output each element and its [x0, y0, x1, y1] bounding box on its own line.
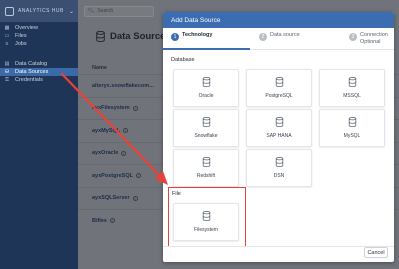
dialog-footer-divider — [163, 246, 394, 247]
info-icon[interactable]: i — [121, 150, 127, 156]
wizard-steps: 1 Technology 2 Data source 3 Connection … — [163, 28, 394, 50]
tile-redshift[interactable]: Redshift — [173, 149, 239, 187]
info-icon[interactable]: i — [132, 195, 138, 201]
database-icon — [202, 77, 210, 87]
database-icon — [275, 77, 283, 87]
chevron-down-icon: ⌄ — [68, 8, 74, 15]
page-title: Data Sources — [110, 31, 171, 42]
database-icon — [96, 31, 105, 42]
info-icon[interactable]: i — [132, 105, 138, 111]
row-name-link[interactable]: ayxOracle — [92, 150, 118, 156]
jobs-icon: ≡ — [5, 41, 9, 47]
sidebar-item-label: Data Sources — [15, 69, 49, 75]
tile-label: MySQL — [343, 133, 361, 139]
tile-mssql[interactable]: MSSQL — [319, 69, 385, 107]
tile-label: MSSQL — [343, 93, 361, 99]
brand-logo — [5, 6, 14, 16]
step-technology[interactable]: 1 Technology — [171, 32, 212, 41]
brand-name: ANALYTICS HUB — [18, 8, 64, 14]
step-data-source[interactable]: 2 Data source — [259, 32, 300, 41]
tile-dsn[interactable]: DSN — [246, 149, 312, 187]
sidebar-item-credentials[interactable]: ⚿ Credentials — [0, 76, 78, 84]
sidebar-item-data-catalog[interactable]: ▤ Data Catalog — [0, 60, 78, 68]
active-step-indicator — [163, 48, 250, 50]
catalog-icon: ▤ — [4, 61, 10, 67]
step-label: Connection Optional — [360, 32, 388, 45]
file-icon: ▭ — [4, 33, 10, 39]
database-icon: ⛁ — [4, 69, 10, 75]
row-name-link[interactable]: ayxMySQL — [92, 128, 120, 134]
tile-mysql[interactable]: MySQL — [319, 109, 385, 147]
nav-group-data: ▤ Data Catalog ⛁ Data Sources ⚿ Credenti… — [0, 60, 78, 84]
sidebar-item-label: Credentials — [15, 77, 43, 83]
page-header: Data Sources — [96, 31, 171, 42]
tile-snowflake[interactable]: Snowflake — [173, 109, 239, 147]
sidebar-item-label: Overview — [15, 25, 38, 31]
tile-label: Oracle — [198, 93, 214, 99]
info-icon[interactable]: i — [135, 173, 141, 179]
step-number: 3 — [349, 33, 357, 41]
step-label: Technology — [182, 32, 213, 38]
cancel-button[interactable]: Cancel — [364, 247, 388, 258]
tile-sap-hana[interactable]: SAP HANA — [246, 109, 312, 147]
row-name-link[interactable]: alteryx.snowflakecom... — [92, 83, 154, 89]
database-icon — [202, 117, 210, 127]
step-label: Data source — [270, 32, 300, 38]
sidebar-item-label: Data Catalog — [15, 61, 48, 67]
tile-label: PostgreSQL — [265, 93, 293, 99]
step-number: 2 — [259, 33, 267, 41]
row-name-link[interactable]: ayxSQLServer — [92, 195, 130, 201]
search-placeholder: Search — [97, 8, 114, 14]
column-header-name[interactable]: Name — [92, 65, 107, 71]
sidebar: ANALYTICS HUB ⌄ ▦ Overview ▭ Files ≡ Job… — [0, 0, 78, 269]
sidebar-item-files[interactable]: ▭ Files — [0, 32, 78, 40]
sidebar-item-jobs[interactable]: ≡ Jobs — [0, 40, 78, 48]
grid-icon: ▦ — [4, 25, 10, 31]
sidebar-item-data-sources[interactable]: ⛁ Data Sources — [0, 68, 78, 76]
tile-label: Snowflake — [194, 133, 218, 139]
tile-label: DSN — [273, 173, 285, 179]
tile-label: Redshift — [196, 173, 216, 179]
dialog-title: Add Data Source — [163, 12, 394, 28]
key-icon: ⚿ — [5, 77, 9, 83]
row-name-link[interactable]: ayxFilesystem — [92, 105, 130, 111]
row-name-link[interactable]: Bifles — [92, 218, 107, 224]
nav-group-main: ▦ Overview ▭ Files ≡ Jobs — [0, 24, 78, 48]
sidebar-item-label: Files — [15, 33, 27, 39]
tile-oracle[interactable]: Oracle — [173, 69, 239, 107]
search-icon: 🔍︎ — [88, 8, 95, 14]
filesystem-highlight-box — [168, 187, 246, 247]
tile-postgresql[interactable]: PostgreSQL — [246, 69, 312, 107]
database-icon — [202, 157, 210, 167]
add-data-source-dialog: Add Data Source 1 Technology 2 Data sour… — [163, 12, 394, 262]
database-section-label: Database — [171, 57, 195, 63]
step-number: 1 — [171, 33, 179, 41]
sidebar-item-overview[interactable]: ▦ Overview — [0, 24, 78, 32]
database-icon — [348, 77, 356, 87]
info-icon[interactable]: i — [109, 218, 115, 224]
database-icon — [348, 117, 356, 127]
info-icon[interactable]: i — [123, 128, 129, 134]
database-icon — [275, 117, 283, 127]
row-name-link[interactable]: ayxPostgreSQL — [92, 173, 133, 179]
tile-label: SAP HANA — [266, 133, 292, 139]
sidebar-item-label: Jobs — [15, 41, 27, 47]
database-icon — [275, 157, 283, 167]
brand-header[interactable]: ANALYTICS HUB ⌄ — [0, 0, 78, 22]
search-input[interactable]: 🔍︎ Search — [84, 5, 154, 17]
step-connection[interactable]: 3 Connection Optional — [349, 32, 393, 45]
